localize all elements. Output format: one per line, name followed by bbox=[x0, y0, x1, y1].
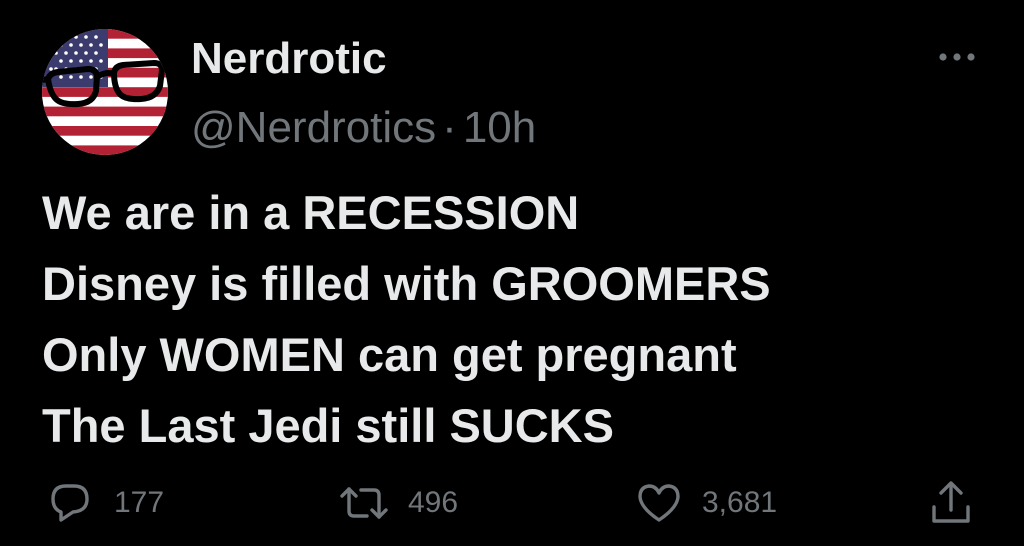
meta-separator: · bbox=[442, 103, 457, 152]
tweet-text: We are in a RECESSION Disney is filled w… bbox=[42, 177, 1002, 461]
reply-icon bbox=[51, 484, 89, 522]
like-count: 3,681 bbox=[702, 486, 778, 519]
tweet-actions: 177 496 3,681 bbox=[0, 478, 1024, 528]
retweet-icon bbox=[340, 487, 388, 519]
heart-icon bbox=[638, 484, 680, 522]
author-handle[interactable]: @Nerdrotics bbox=[191, 103, 436, 152]
reply-count: 177 bbox=[114, 486, 165, 519]
avatar[interactable] bbox=[42, 29, 168, 155]
share-icon bbox=[932, 481, 970, 523]
more-options-button[interactable] bbox=[934, 40, 980, 70]
tweet-timestamp[interactable]: 10h bbox=[463, 103, 536, 152]
like-button[interactable]: 3,681 bbox=[636, 478, 777, 528]
reply-button[interactable]: 177 bbox=[48, 478, 164, 528]
tweet-meta: @Nerdrotics · 10h bbox=[191, 103, 536, 153]
retweet-button[interactable]: 496 bbox=[338, 478, 458, 528]
tweet-text-line: We are in a RECESSION bbox=[42, 186, 580, 239]
tweet: Nerdrotic @Nerdrotics · 10h We are in a RE… bbox=[0, 0, 1024, 546]
tweet-text-line: Only WOMEN can get pregnant bbox=[42, 328, 737, 381]
tweet-text-line: Disney is filled with GROOMERS bbox=[42, 257, 771, 310]
retweet-count: 496 bbox=[408, 486, 459, 519]
share-button[interactable] bbox=[928, 478, 974, 528]
more-options-icon bbox=[939, 53, 975, 61]
tweet-text-line: The Last Jedi still SUCKS bbox=[42, 399, 614, 452]
us-flag-glasses-avatar-icon bbox=[42, 29, 168, 155]
author-name[interactable]: Nerdrotic bbox=[191, 34, 387, 84]
